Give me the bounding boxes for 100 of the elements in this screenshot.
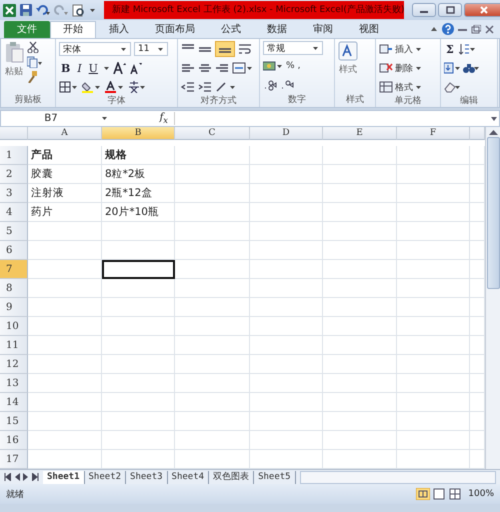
- row-header[interactable]: 10: [0, 317, 28, 336]
- save-icon[interactable]: [20, 4, 32, 16]
- row-header[interactable]: 7: [0, 260, 28, 279]
- sort-filter-icon[interactable]: [458, 43, 475, 55]
- copy-icon[interactable]: [27, 56, 43, 68]
- column-header[interactable]: B: [102, 127, 175, 140]
- close-button[interactable]: [464, 3, 500, 17]
- scrollbar-thumb[interactable]: [486, 137, 500, 289]
- column-header[interactable]: A: [28, 127, 102, 140]
- minimize-button[interactable]: [412, 3, 436, 17]
- delete-button[interactable]: 删除: [379, 60, 422, 76]
- borders-icon[interactable]: [59, 81, 79, 93]
- font-name-field[interactable]: 宋体: [59, 42, 131, 56]
- excel-logo-icon[interactable]: [3, 4, 16, 16]
- row-header[interactable]: 1: [0, 146, 28, 165]
- row-header[interactable]: 9: [0, 298, 28, 317]
- cut-icon[interactable]: [27, 41, 39, 53]
- page-layout-icon[interactable]: [432, 488, 446, 500]
- insert-button[interactable]: 插入: [379, 41, 422, 57]
- sheet-tab[interactable]: Sheet1: [43, 470, 85, 484]
- font-color-icon[interactable]: [105, 81, 125, 93]
- styles-button[interactable]: 样式: [338, 41, 358, 94]
- horizontal-scrollbar[interactable]: [300, 470, 496, 484]
- ribbon-tab[interactable]: 审阅: [300, 21, 346, 38]
- number-format-field[interactable]: 常规: [263, 41, 323, 55]
- row-header[interactable]: 14: [0, 393, 28, 412]
- shrink-font-icon[interactable]: [128, 62, 142, 74]
- dropdown-caret-icon: [415, 46, 422, 52]
- row-header[interactable]: 17: [0, 450, 28, 469]
- increase-indent-icon[interactable]: [198, 81, 212, 93]
- eraser-icon[interactable]: [444, 81, 460, 93]
- merge-center-icon[interactable]: [232, 62, 252, 74]
- selected-cell[interactable]: [102, 260, 175, 279]
- row-header[interactable]: 15: [0, 412, 28, 431]
- ribbon-tab[interactable]: 页面布局: [142, 21, 208, 38]
- underline-button[interactable]: U: [86, 60, 100, 76]
- customize-caret-icon[interactable]: [89, 6, 96, 14]
- ribbon-tab[interactable]: 数据: [254, 21, 300, 38]
- collapse-ribbon-icon[interactable]: [430, 25, 438, 33]
- row-header[interactable]: 4: [0, 203, 28, 222]
- row-header[interactable]: 6: [0, 241, 28, 260]
- row-header[interactable]: 16: [0, 431, 28, 450]
- paste-button[interactable]: 粘贴: [4, 41, 24, 94]
- row-header[interactable]: 2: [0, 165, 28, 184]
- column-header[interactable]: C: [175, 127, 250, 140]
- decrease-indent-icon[interactable]: [181, 81, 195, 93]
- orientation-icon[interactable]: [215, 81, 235, 93]
- row-header[interactable]: 3: [0, 184, 28, 203]
- restore-icon[interactable]: [471, 24, 481, 34]
- restore-button[interactable]: [438, 3, 462, 17]
- format-button[interactable]: 格式: [379, 79, 422, 95]
- binoculars-icon[interactable]: [463, 62, 479, 74]
- first-sheet-icon[interactable]: [4, 473, 11, 481]
- decrease-decimal-icon[interactable]: [280, 79, 294, 91]
- wrap-text-icon[interactable]: [238, 43, 252, 55]
- italic-button[interactable]: I: [75, 60, 84, 76]
- scroll-up-icon[interactable]: [488, 129, 498, 135]
- phonetic-icon[interactable]: [128, 81, 146, 93]
- bold-button[interactable]: B: [59, 60, 72, 76]
- currency-icon[interactable]: [263, 60, 283, 72]
- close-icon[interactable]: [485, 24, 494, 34]
- row-header[interactable]: 8: [0, 279, 28, 298]
- print-preview-icon[interactable]: [72, 4, 85, 16]
- help-icon[interactable]: [442, 23, 454, 35]
- ribbon-tab[interactable]: 开始: [50, 21, 96, 38]
- previous-sheet-icon[interactable]: [14, 473, 20, 481]
- styles-icon: [338, 41, 358, 61]
- last-sheet-icon[interactable]: [32, 473, 39, 481]
- column-header[interactable]: E: [323, 127, 397, 140]
- format-painter-icon[interactable]: [27, 71, 39, 83]
- align-center-icon[interactable]: [198, 62, 212, 74]
- fill-color-icon[interactable]: [82, 81, 102, 93]
- vertical-scrollbar[interactable]: [485, 127, 500, 469]
- column-header[interactable]: F: [397, 127, 470, 140]
- row-header[interactable]: 5: [0, 222, 28, 241]
- page-break-icon[interactable]: [448, 488, 462, 500]
- normal-view-icon[interactable]: [416, 488, 430, 500]
- undo-icon[interactable]: [36, 4, 50, 16]
- ribbon-tab[interactable]: 公式: [208, 21, 254, 38]
- row-header[interactable]: 12: [0, 355, 28, 374]
- percent-button[interactable]: %: [286, 58, 295, 74]
- dropdown-caret-icon[interactable]: [102, 64, 110, 72]
- ribbon-tab[interactable]: 视图: [346, 21, 392, 38]
- fill-icon[interactable]: [444, 62, 460, 74]
- comma-button[interactable]: ,: [298, 58, 300, 74]
- align-left-icon[interactable]: [181, 62, 195, 74]
- next-sheet-icon[interactable]: [23, 473, 29, 481]
- increase-decimal-icon[interactable]: [263, 79, 277, 91]
- font-size-field[interactable]: 11: [134, 42, 168, 56]
- autosum-button[interactable]: Σ: [444, 41, 456, 57]
- grow-font-icon[interactable]: [112, 62, 126, 74]
- row-header[interactable]: 13: [0, 374, 28, 393]
- zoom-level[interactable]: 100%: [468, 489, 494, 499]
- align-bottom-button[interactable]: [215, 41, 235, 57]
- column-header[interactable]: D: [250, 127, 323, 140]
- restore-icon[interactable]: [446, 6, 454, 14]
- ribbon-tab[interactable]: 插入: [96, 21, 142, 38]
- align-right-icon[interactable]: [215, 62, 229, 74]
- file-tab[interactable]: 文件: [4, 21, 50, 38]
- row-header[interactable]: 11: [0, 336, 28, 355]
